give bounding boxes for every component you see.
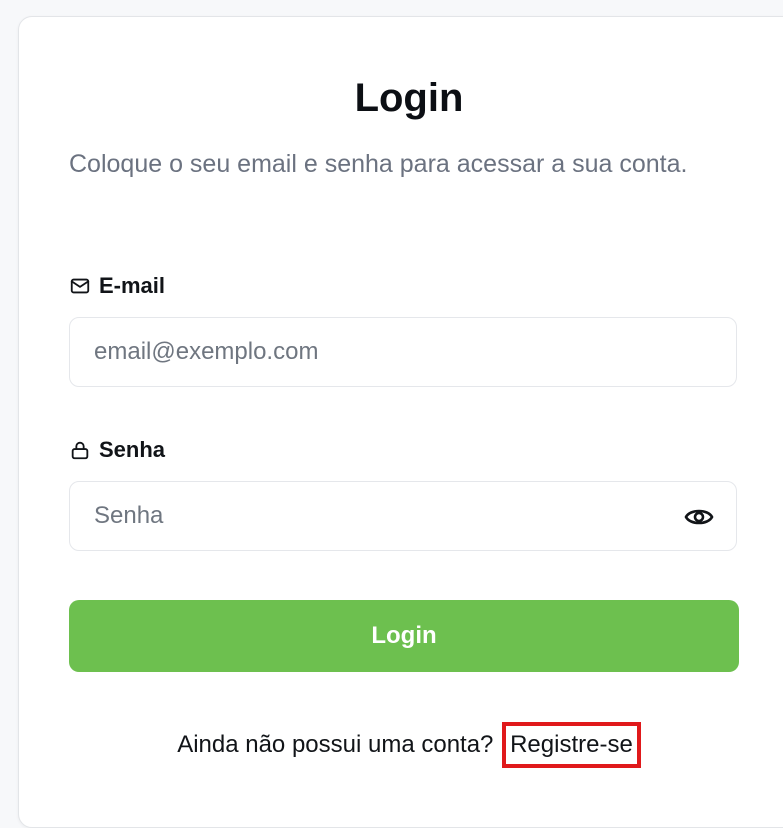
register-link[interactable]: Registre-se xyxy=(502,722,641,768)
email-field[interactable] xyxy=(94,318,674,386)
email-label: E-mail xyxy=(69,272,165,300)
email-label-text: E-mail xyxy=(99,273,166,298)
register-prompt: Ainda não possui uma conta? Registre-se xyxy=(0,722,783,768)
email-field-container xyxy=(69,317,737,387)
password-label-text: Senha xyxy=(99,437,166,462)
password-label: Senha xyxy=(69,436,165,464)
lock-icon xyxy=(69,439,91,461)
login-button[interactable]: Login xyxy=(69,600,739,672)
password-field-container xyxy=(69,481,737,551)
register-prompt-text: Ainda não possui uma conta? xyxy=(177,731,494,758)
eye-icon[interactable] xyxy=(684,504,714,530)
page-title: Login xyxy=(354,76,464,120)
login-subtitle: Coloque o seu email e senha para acessar… xyxy=(69,150,688,178)
login-card xyxy=(18,16,783,828)
password-field[interactable] xyxy=(94,482,674,550)
mail-icon xyxy=(69,275,91,297)
